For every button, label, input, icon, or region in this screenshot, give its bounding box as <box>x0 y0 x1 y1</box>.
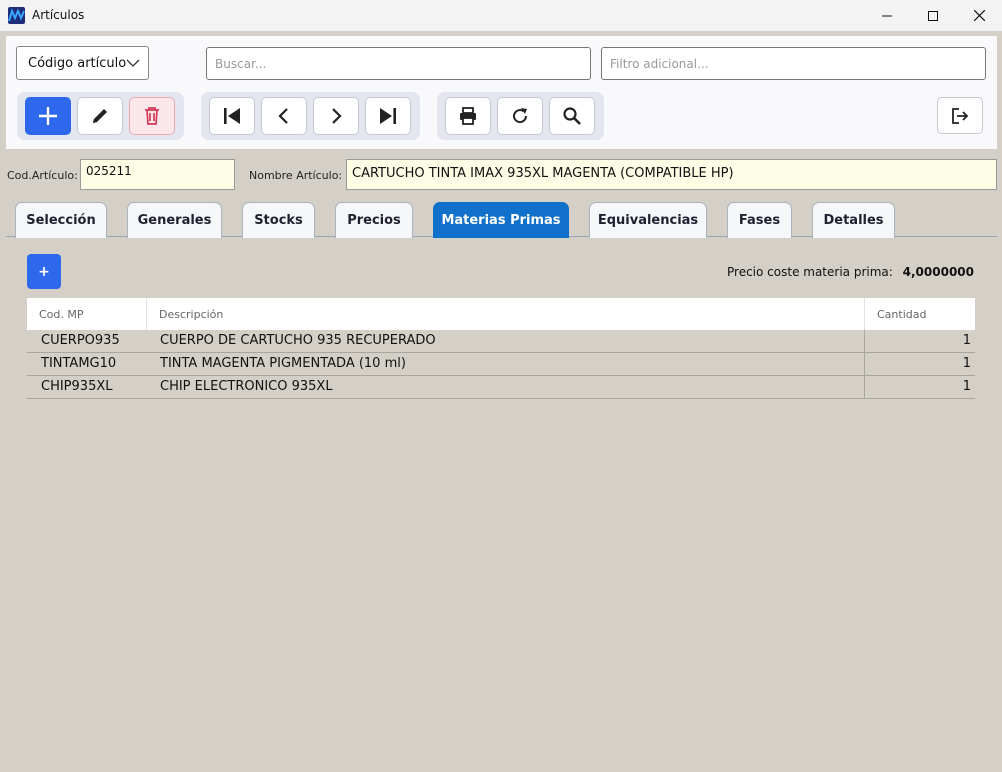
tools-button-group <box>437 92 604 140</box>
tab-stocks[interactable]: Stocks <box>242 202 315 238</box>
table-row[interactable]: CUERPO935 CUERPO DE CARTUCHO 935 RECUPER… <box>27 330 975 353</box>
column-header-description[interactable]: Descripción <box>159 308 223 321</box>
navigation-button-group <box>201 92 420 140</box>
column-header-code[interactable]: Cod. MP <box>39 308 84 321</box>
tab-seleccion[interactable]: Selección <box>15 202 107 238</box>
edit-button[interactable] <box>77 97 123 135</box>
table-row[interactable]: TINTAMG10 TINTA MAGENTA PIGMENTADA (10 m… <box>27 353 975 376</box>
article-name-field[interactable]: CARTUCHO TINTA IMAX 935XL MAGENTA (COMPA… <box>346 159 997 190</box>
search-icon <box>563 107 581 125</box>
exit-button[interactable] <box>937 97 983 134</box>
last-record-icon <box>380 108 396 124</box>
plus-icon <box>39 107 57 125</box>
cell-code: CHIP935XL <box>41 379 113 394</box>
name-label: Nombre Artículo: <box>249 169 343 182</box>
cell-code: CUERPO935 <box>41 333 120 348</box>
cost-value: 4,0000000 <box>902 265 974 279</box>
cell-description: TINTA MAGENTA PIGMENTADA (10 ml) <box>160 356 406 371</box>
cell-description: CUERPO DE CARTUCHO 935 RECUPERADO <box>160 333 436 348</box>
search-button[interactable] <box>549 97 595 135</box>
refresh-icon <box>513 108 528 124</box>
close-icon[interactable] <box>956 0 1002 31</box>
first-record-icon <box>224 108 240 124</box>
cell-quantity: 1 <box>962 379 971 394</box>
table-row[interactable]: CHIP935XL CHIP ELECTRONICO 935XL 1 <box>27 376 975 399</box>
chevron-down-icon <box>126 59 140 67</box>
code-label: Cod.Artículo: <box>7 169 78 182</box>
add-raw-material-button[interactable]: + <box>27 254 61 289</box>
last-record-button[interactable] <box>365 97 411 135</box>
maximize-icon[interactable] <box>910 0 956 31</box>
edit-button-group <box>17 92 184 140</box>
trash-icon <box>145 107 159 125</box>
previous-icon <box>278 108 288 124</box>
next-record-button[interactable] <box>313 97 359 135</box>
column-header-quantity[interactable]: Cantidad <box>877 308 926 321</box>
table-header: Cod. MP Descripción Cantidad <box>27 298 975 330</box>
search-mode-select[interactable]: Código artículo <box>16 46 149 80</box>
cost-label: Precio coste materia prima: <box>727 265 893 279</box>
title-bar: Artículos <box>0 0 1002 31</box>
tab-equivalencias[interactable]: Equivalencias <box>589 202 707 238</box>
minimize-icon[interactable] <box>864 0 910 31</box>
cell-description: CHIP ELECTRONICO 935XL <box>160 379 333 394</box>
next-icon <box>332 108 342 124</box>
raw-materials-table: Cod. MP Descripción Cantidad CUERPO935 C… <box>27 298 975 399</box>
cell-code: TINTAMG10 <box>41 356 117 371</box>
tab-materias-primas[interactable]: Materias Primas <box>433 202 569 238</box>
first-record-button[interactable] <box>209 97 255 135</box>
tab-fases[interactable]: Fases <box>727 202 792 238</box>
article-code-field[interactable]: 025211 <box>80 159 235 190</box>
window-title: Artículos <box>32 8 85 22</box>
toolbar-panel: Código artículo <box>6 36 997 149</box>
previous-record-button[interactable] <box>261 97 307 135</box>
print-button[interactable] <box>445 97 491 135</box>
tab-precios[interactable]: Precios <box>335 202 413 238</box>
refresh-button[interactable] <box>497 97 543 135</box>
exit-icon <box>952 107 969 124</box>
delete-button[interactable] <box>129 97 175 135</box>
pencil-icon <box>93 109 107 123</box>
app-logo-icon <box>8 7 25 24</box>
tab-generales[interactable]: Generales <box>127 202 222 238</box>
search-input[interactable] <box>206 47 591 80</box>
tab-detalles[interactable]: Detalles <box>812 202 895 238</box>
additional-filter-input[interactable] <box>601 47 986 80</box>
cell-quantity: 1 <box>962 356 971 371</box>
search-mode-value: Código artículo <box>28 55 127 71</box>
add-button[interactable] <box>25 97 71 135</box>
printer-icon <box>460 107 476 125</box>
cell-quantity: 1 <box>962 333 971 348</box>
